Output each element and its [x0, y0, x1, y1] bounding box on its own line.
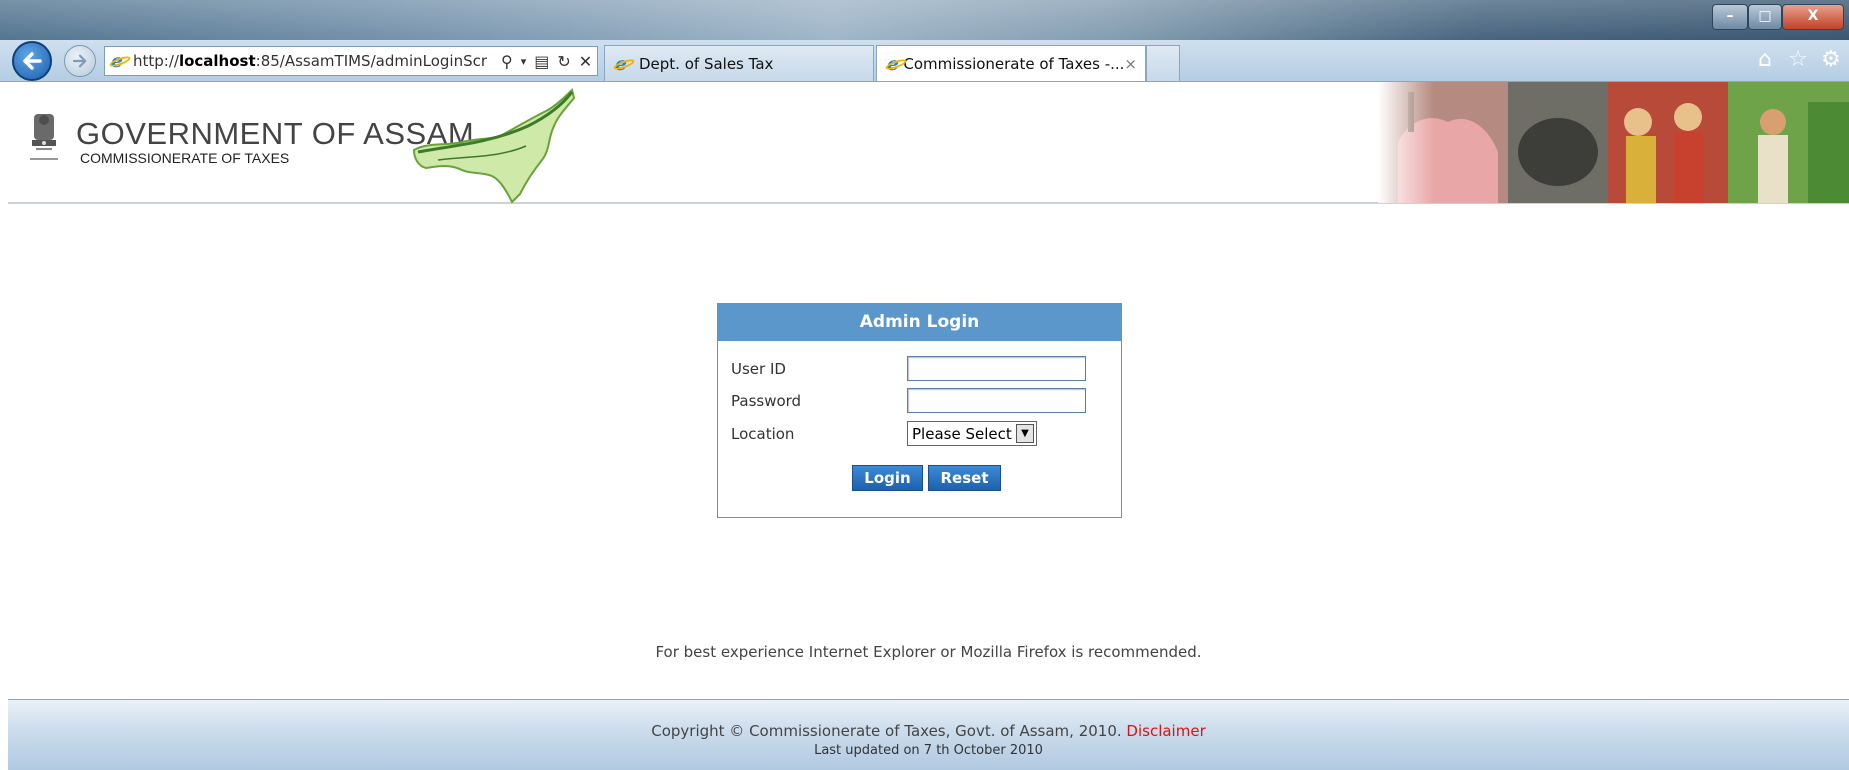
home-icon[interactable]: ⌂ — [1752, 47, 1778, 73]
refresh-icon[interactable]: ↻ — [557, 52, 570, 71]
copyright-text: Copyright © Commissionerate of Taxes, Go… — [651, 722, 1122, 740]
address-bar[interactable]: e http://localhost:85/AssamTIMS/adminLog… — [104, 46, 598, 76]
login-panel-heading: Admin Login — [718, 304, 1121, 341]
new-tab-button[interactable] — [1146, 45, 1180, 81]
close-window-button[interactable]: X — [1782, 4, 1844, 30]
tab-commissionerate[interactable]: e Commissionerate of Taxes -... × — [876, 45, 1146, 81]
address-url[interactable]: http://localhost:85/AssamTIMS/adminLogin… — [133, 52, 493, 70]
disclaimer-link[interactable]: Disclaimer — [1126, 722, 1205, 740]
location-select[interactable]: Please Select ▼ — [907, 421, 1037, 446]
login-button[interactable]: Login — [852, 465, 923, 491]
national-emblem-icon — [30, 114, 58, 160]
page-footer: Copyright © Commissionerate of Taxes, Go… — [8, 699, 1849, 770]
compat-icon[interactable]: ▤ — [534, 52, 549, 71]
location-selected-value: Please Select — [912, 424, 1012, 443]
chevron-down-icon[interactable]: ▼ — [1016, 424, 1034, 443]
admin-login-panel: Admin Login User ID Password Location Pl… — [717, 303, 1122, 518]
site-header: GOVERNMENT OF ASSAM COMMISSIONERATE OF T… — [8, 82, 1849, 204]
site-subtitle: COMMISSIONERATE OF TAXES — [80, 150, 290, 166]
browser-recommendation-note: For best experience Internet Explorer or… — [655, 643, 1202, 661]
favorites-icon[interactable]: ☆ — [1785, 47, 1811, 73]
password-label: Password — [731, 392, 802, 410]
browser-window-frame: – □ X e http://localhost:85/AssamTIMS/ad… — [0, 0, 1849, 82]
tab-dept-sales-tax[interactable]: e Dept. of Sales Tax — [604, 45, 874, 81]
user-id-input[interactable] — [907, 356, 1086, 381]
tab-close-icon[interactable]: × — [1124, 55, 1137, 73]
web-page: GOVERNMENT OF ASSAM COMMISSIONERATE OF T… — [8, 82, 1849, 770]
copyright-line: Copyright © Commissionerate of Taxes, Go… — [8, 722, 1849, 740]
reset-button[interactable]: Reset — [928, 465, 1001, 491]
ie-logo-icon: e — [108, 51, 132, 71]
gear-icon[interactable]: ⚙ — [1818, 47, 1844, 73]
location-label: Location — [731, 425, 795, 443]
last-updated-text: Last updated on 7 th October 2010 — [814, 743, 1043, 758]
back-button[interactable] — [12, 41, 52, 81]
tab-label: Commissionerate of Taxes -... — [903, 54, 1125, 73]
header-banner-photos — [1378, 82, 1849, 203]
forward-button[interactable] — [64, 45, 96, 77]
search-icon[interactable]: ⚲ — [501, 52, 513, 71]
ie-logo-icon: e — [884, 54, 908, 74]
tab-label: Dept. of Sales Tax — [639, 54, 774, 73]
ie-logo-icon: e — [612, 54, 636, 74]
forward-icon — [72, 54, 87, 68]
minimize-button[interactable]: – — [1712, 4, 1748, 30]
stop-icon[interactable]: ✕ — [579, 52, 592, 71]
assam-map-logo — [412, 88, 576, 204]
password-input[interactable] — [907, 388, 1086, 413]
title-bar — [0, 0, 1849, 40]
user-id-label: User ID — [731, 360, 786, 378]
dropdown-icon[interactable]: ▾ — [521, 55, 527, 68]
back-icon — [23, 52, 42, 70]
maximize-button[interactable]: □ — [1748, 4, 1782, 30]
